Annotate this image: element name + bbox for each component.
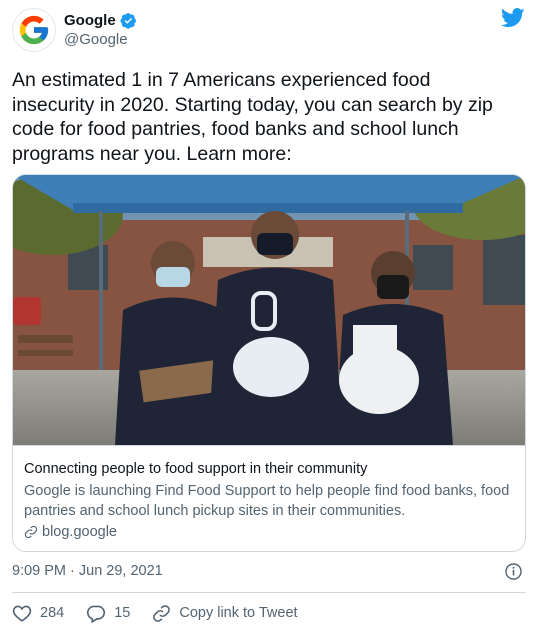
copy-link-button[interactable]: Copy link to Tweet [152, 604, 298, 623]
reply-button[interactable]: 15 [86, 604, 130, 623]
card-domain-row[interactable]: blog.google [24, 524, 117, 540]
reply-icon [87, 605, 106, 623]
link-preview-card[interactable]: Connecting people to food support in the… [12, 174, 526, 552]
card-domain[interactable]: blog.google [42, 524, 117, 540]
google-g-logo-icon [19, 15, 49, 45]
heart-icon [12, 605, 32, 622]
tweet-timestamp[interactable]: 9:09 PM · Jun 29, 2021 [12, 563, 163, 579]
google-avatar[interactable] [12, 8, 56, 52]
tweet-actions: 284 15 Copy link to Tweet [12, 603, 320, 623]
author-name[interactable]: Google [64, 11, 116, 30]
tweet-text: An estimated 1 in 7 Americans experience… [12, 69, 493, 165]
twitter-logo-icon[interactable] [500, 8, 525, 33]
author-handle[interactable]: @Google [64, 30, 137, 50]
card-image[interactable] [13, 175, 526, 445]
reply-count: 15 [114, 605, 131, 621]
link-icon [153, 604, 171, 622]
like-button[interactable]: 284 [12, 604, 64, 622]
card-description[interactable]: Google is launching Find Food Support to… [24, 481, 519, 521]
card-title[interactable]: Connecting people to food support in the… [24, 461, 367, 477]
link-icon [24, 525, 38, 539]
tweet-header: Google @Google [12, 8, 527, 56]
divider [12, 592, 526, 593]
verified-badge-icon [120, 12, 137, 29]
author-name-row[interactable]: Google [64, 11, 137, 30]
card-body[interactable]: Connecting people to food support in the… [13, 445, 525, 540]
like-count: 284 [40, 605, 65, 621]
info-icon[interactable] [504, 562, 523, 586]
copy-link-label[interactable]: Copy link to Tweet [179, 605, 297, 621]
